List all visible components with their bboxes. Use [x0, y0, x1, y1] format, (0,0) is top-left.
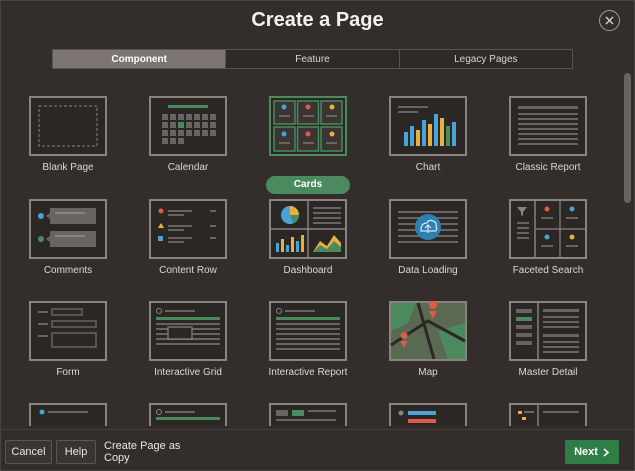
tile-master-detail[interactable]: Master Detail: [488, 301, 608, 396]
tile-content-row[interactable]: Content Row: [128, 199, 248, 294]
dialog-footer: Cancel Help Create Page as Copy Next: [1, 429, 634, 471]
tile-label: Data Loading: [398, 265, 458, 276]
scrollbar-thumb[interactable]: [624, 73, 631, 203]
data-loading-icon: [368, 199, 488, 259]
tile-label: Comments: [43, 265, 93, 276]
tile-interactive-report[interactable]: Interactive Report: [248, 301, 368, 396]
tile-interactive-grid[interactable]: Interactive Grid: [128, 301, 248, 396]
comments-icon: [8, 199, 128, 259]
next-button[interactable]: Next: [565, 440, 619, 464]
tile-label: Blank Page: [42, 162, 94, 173]
dashboard-icon: [248, 199, 368, 259]
tile-cards[interactable]: Cards: [248, 96, 368, 201]
tile-label: Faceted Search: [512, 265, 584, 276]
page-thumbnail-icon: [128, 403, 248, 426]
blank-page-icon: [8, 96, 128, 156]
tile-label: Content Row: [159, 265, 217, 276]
tile-label: Form: [56, 367, 80, 378]
classic-report-icon: [488, 96, 608, 156]
tab-legacy-pages[interactable]: Legacy Pages: [399, 50, 572, 68]
tile-row4-1[interactable]: [8, 403, 128, 426]
interactive-grid-icon: [128, 301, 248, 361]
next-label: Next: [574, 446, 598, 458]
cards-icon: [248, 96, 368, 156]
map-icon: [368, 301, 488, 361]
tile-calendar[interactable]: Calendar: [128, 96, 248, 201]
tile-form[interactable]: Form: [8, 301, 128, 396]
tile-label: Calendar: [167, 162, 209, 173]
tile-label: Master Detail: [518, 367, 578, 378]
tile-row4-5[interactable]: [488, 403, 608, 426]
tab-component[interactable]: Component: [53, 50, 227, 68]
tile-label-selected: Cards: [266, 176, 350, 194]
tile-blank-page[interactable]: Blank Page: [8, 96, 128, 201]
tile-label: Classic Report: [515, 162, 581, 173]
close-icon: [605, 16, 614, 25]
tile-row4-2[interactable]: [128, 403, 248, 426]
tile-label: Interactive Grid: [154, 367, 222, 378]
tile-dashboard[interactable]: Dashboard: [248, 199, 368, 294]
page-thumbnail-icon: [368, 403, 488, 426]
tile-label: Map: [418, 367, 438, 378]
tile-comments[interactable]: Comments: [8, 199, 128, 294]
tile-classic-report[interactable]: Classic Report: [488, 96, 608, 201]
dialog-header: Create a Page: [1, 1, 634, 41]
interactive-report-icon: [248, 301, 368, 361]
cancel-button[interactable]: Cancel: [5, 440, 52, 464]
tile-chart[interactable]: Chart: [368, 96, 488, 201]
create-page-dialog: Create a Page Component Feature Legacy P…: [0, 0, 635, 471]
tile-row4-4[interactable]: [368, 403, 488, 426]
grid-scrollbar[interactable]: [624, 73, 631, 428]
master-detail-icon: [488, 301, 608, 361]
content-row-icon: [128, 199, 248, 259]
page-thumbnail-icon: [248, 403, 368, 426]
page-thumbnail-icon: [8, 403, 128, 426]
page-thumbnail-icon: [488, 403, 608, 426]
help-button[interactable]: Help: [56, 440, 96, 464]
page-type-grid: Blank Page Calendar Cards Chart Classic …: [1, 81, 611, 426]
tile-label: Dashboard: [283, 265, 333, 276]
chevron-right-icon: [603, 447, 610, 457]
chart-icon: [368, 96, 488, 156]
form-icon: [8, 301, 128, 361]
faceted-search-icon: [488, 199, 608, 259]
tab-feature[interactable]: Feature: [226, 50, 400, 68]
tile-map[interactable]: Map: [368, 301, 488, 396]
create-page-as-copy-button[interactable]: Create Page as Copy: [104, 440, 202, 464]
dialog-title: Create a Page: [251, 9, 384, 31]
page-type-tabs: Component Feature Legacy Pages: [52, 49, 573, 69]
tile-faceted-search[interactable]: Faceted Search: [488, 199, 608, 294]
tile-label: Interactive Report: [268, 367, 348, 378]
calendar-icon: [128, 96, 248, 156]
tile-label: Chart: [415, 162, 441, 173]
tile-data-loading[interactable]: Data Loading: [368, 199, 488, 294]
tile-row4-3[interactable]: [248, 403, 368, 426]
close-button[interactable]: [599, 10, 620, 31]
